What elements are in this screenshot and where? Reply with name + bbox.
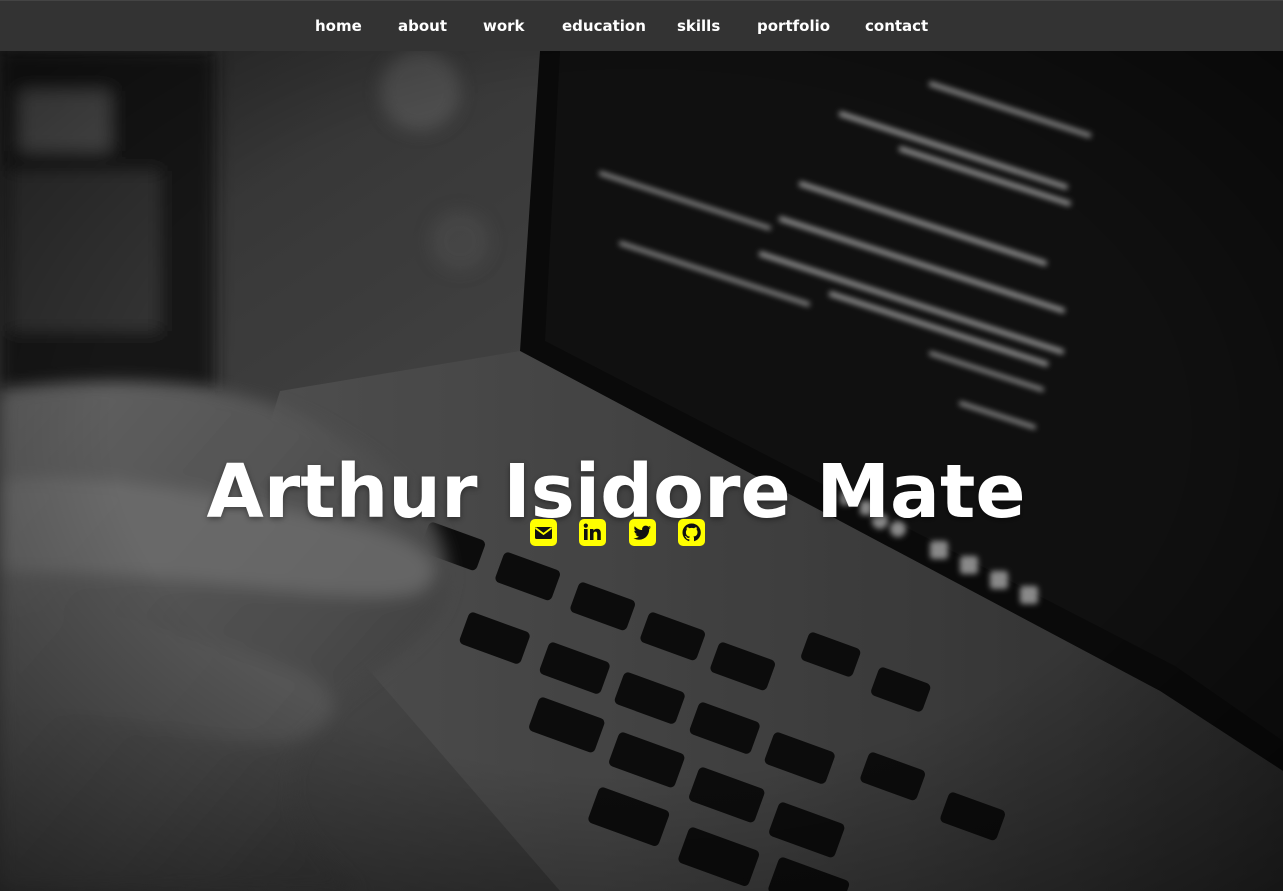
github-link[interactable] — [678, 519, 705, 546]
nav-link-skills[interactable]: skills — [677, 17, 720, 35]
nav-link-about[interactable]: about — [398, 17, 447, 35]
linkedin-icon — [579, 519, 606, 546]
twitter-link[interactable] — [629, 519, 656, 546]
page: home about work education skills portfol… — [0, 0, 1283, 891]
nav-link-portfolio[interactable]: portfolio — [757, 17, 830, 35]
nav-link-work[interactable]: work — [483, 17, 525, 35]
email-link[interactable] — [530, 519, 557, 546]
top-nav: home about work education skills portfol… — [0, 0, 1283, 51]
nav-link-contact[interactable]: contact — [865, 17, 928, 35]
hero-section: Arthur Isidore Mate — [0, 51, 1283, 891]
github-icon — [678, 519, 705, 546]
twitter-icon — [629, 519, 656, 546]
nav-link-education[interactable]: education — [562, 17, 646, 35]
linkedin-link[interactable] — [579, 519, 606, 546]
nav-link-home[interactable]: home — [315, 17, 362, 35]
hero-title: Arthur Isidore Mate — [206, 448, 1026, 535]
envelope-icon — [530, 519, 557, 546]
